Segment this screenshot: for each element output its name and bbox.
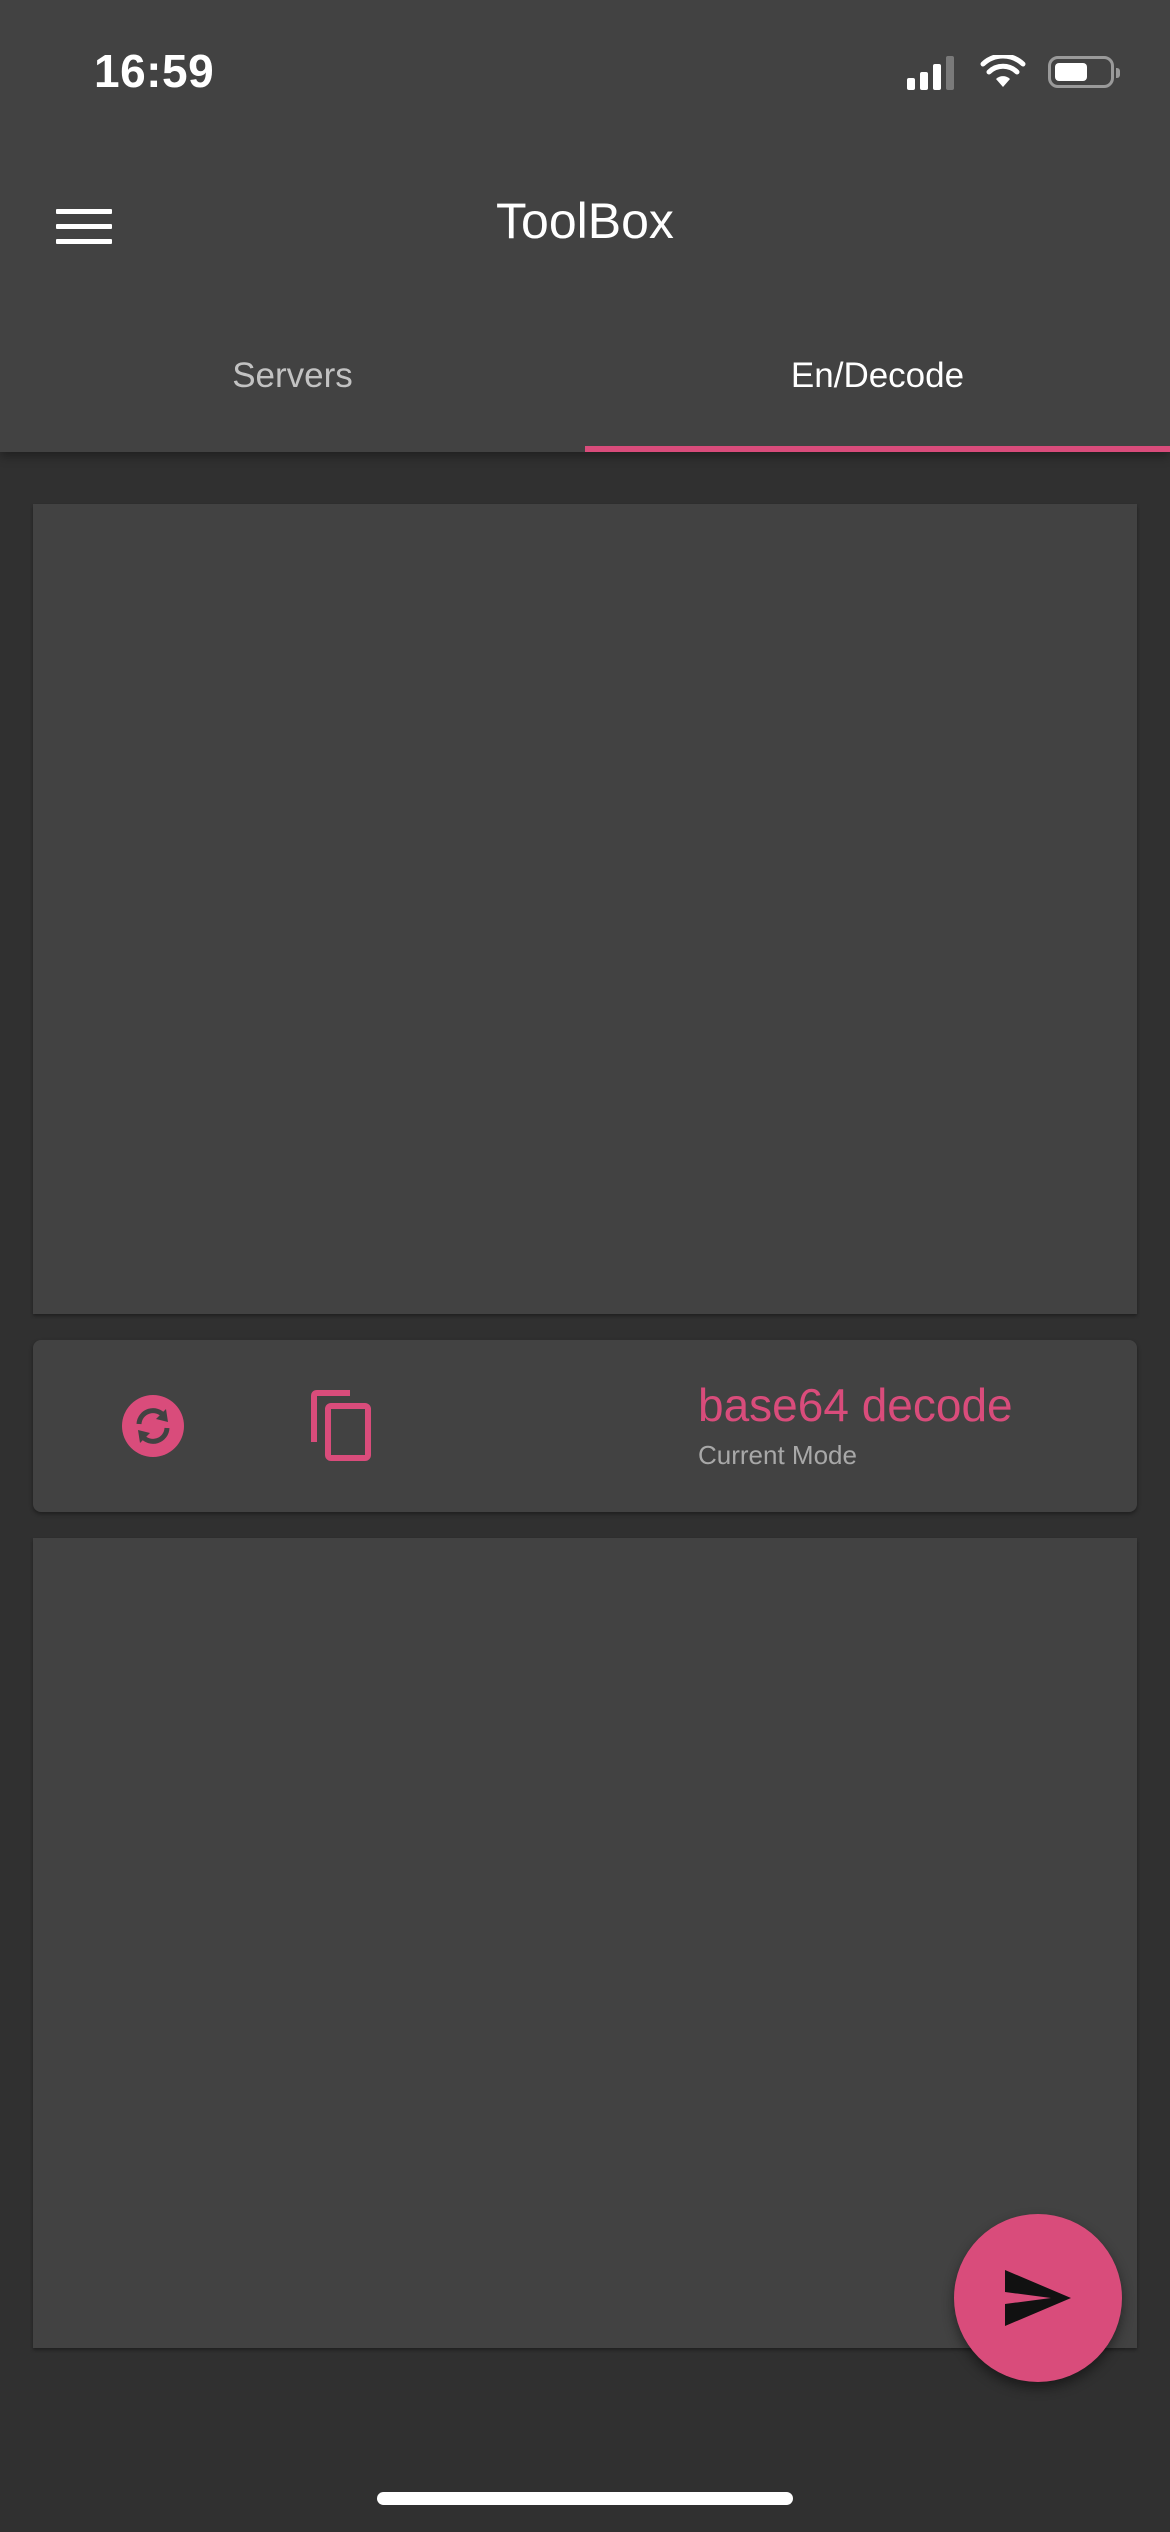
home-indicator bbox=[377, 2492, 793, 2505]
status-bar-time: 16:59 bbox=[94, 45, 215, 97]
app-title: ToolBox bbox=[496, 193, 674, 249]
tab-indicator bbox=[585, 446, 1170, 452]
tab-en-decode[interactable]: En/Decode bbox=[585, 330, 1170, 452]
input-textarea[interactable] bbox=[33, 504, 1137, 1314]
copy-button[interactable] bbox=[297, 1386, 387, 1466]
wifi-icon bbox=[980, 55, 1026, 87]
current-mode-value[interactable]: base64 decode bbox=[698, 1382, 1013, 1428]
tab-bar: Servers En/Decode bbox=[0, 330, 1170, 452]
swap-mode-button[interactable] bbox=[113, 1386, 193, 1466]
output-textarea[interactable] bbox=[33, 1538, 1137, 2348]
cellular-signal-icon bbox=[907, 54, 954, 90]
send-icon bbox=[1005, 2270, 1071, 2326]
control-card: base64 decode Current Mode bbox=[33, 1340, 1137, 1512]
current-mode-caption: Current Mode bbox=[698, 1440, 857, 1470]
output-panel bbox=[33, 1538, 1137, 2348]
current-mode: base64 decode Current Mode bbox=[698, 1382, 1013, 1471]
send-button[interactable] bbox=[954, 2214, 1122, 2382]
tab-servers-label: Servers bbox=[232, 356, 353, 395]
top-app-chrome: 16:59 ToolBox Servers En/Decode bbox=[0, 0, 1170, 452]
tab-en-decode-label: En/Decode bbox=[790, 356, 965, 395]
copy-icon bbox=[311, 1390, 371, 1461]
battery-icon bbox=[1048, 56, 1120, 88]
status-bar-icons bbox=[907, 54, 1120, 90]
input-panel bbox=[33, 504, 1137, 1314]
sync-icon bbox=[122, 1395, 184, 1457]
tab-servers[interactable]: Servers bbox=[0, 330, 585, 452]
